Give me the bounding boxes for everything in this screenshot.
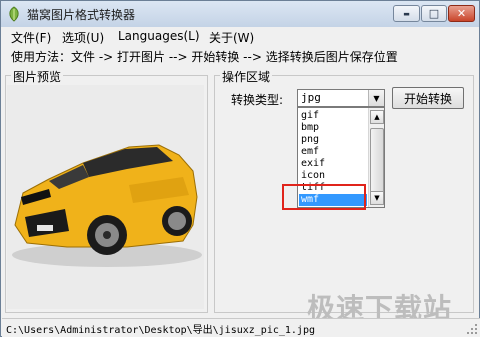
app-window: 猫窝图片格式转换器 ▬ □ ✕ 文件(F) 选项(U) Languages(L)… [0,0,480,337]
format-option-bmp[interactable]: bmp [299,122,367,134]
close-button[interactable]: ✕ [448,5,475,22]
format-option-emf[interactable]: emf [299,146,367,158]
file-path-text: C:\Users\Administrator\Desktop\导出\jisuxz… [6,325,315,336]
scroll-up-icon[interactable]: ▲ [370,110,384,124]
car-image [7,85,204,309]
operations-group-title: 操作区域 [220,68,273,85]
image-preview [7,85,204,309]
leaf-icon [9,6,19,22]
menu-file[interactable]: 文件(F) [11,29,51,46]
instructions-text: 使用方法：文件 -> 打开图片 --> 开始转换 --> 选择转换后图片保存位置 [11,50,398,64]
minimize-button[interactable]: ▬ [393,5,420,22]
menu-about[interactable]: 关于(W) [209,29,254,46]
format-select-value: jpg [301,91,321,104]
menu-languages[interactable]: Languages(L) [118,29,200,43]
format-option-exif[interactable]: exif [299,158,367,170]
format-select[interactable]: jpg ▼ [297,89,385,107]
format-option-gif[interactable]: gif [299,110,367,122]
resize-grip-icon[interactable] [466,323,478,335]
menu-bar: 文件(F) 选项(U) Languages(L) 关于(W) [1,27,479,46]
minimize-icon: ▬ [403,9,410,18]
start-convert-label: 开始转换 [403,91,452,106]
window-title: 猫窝图片格式转换器 [27,8,136,22]
menu-options[interactable]: 选项(U) [62,29,104,46]
close-icon: ✕ [456,7,467,20]
title-bar[interactable]: 猫窝图片格式转换器 ▬ □ ✕ [1,1,479,27]
maximize-button[interactable]: □ [421,5,447,22]
scroll-thumb[interactable] [370,128,384,194]
format-option-icon[interactable]: icon [299,170,367,182]
status-bar: C:\Users\Administrator\Desktop\导出\jisuxz… [2,318,480,337]
start-convert-button[interactable]: 开始转换 [392,87,464,109]
chevron-down-icon[interactable]: ▼ [368,90,384,106]
maximize-icon: □ [428,7,440,20]
format-option-png[interactable]: png [299,134,367,146]
scroll-down-icon[interactable]: ▼ [370,191,384,205]
annotation-highlight-box [282,184,366,210]
preview-group-title: 图片预览 [11,68,64,85]
dropdown-scrollbar[interactable]: ▲ ▼ [368,108,384,207]
convert-type-label: 转换类型: [231,93,284,107]
